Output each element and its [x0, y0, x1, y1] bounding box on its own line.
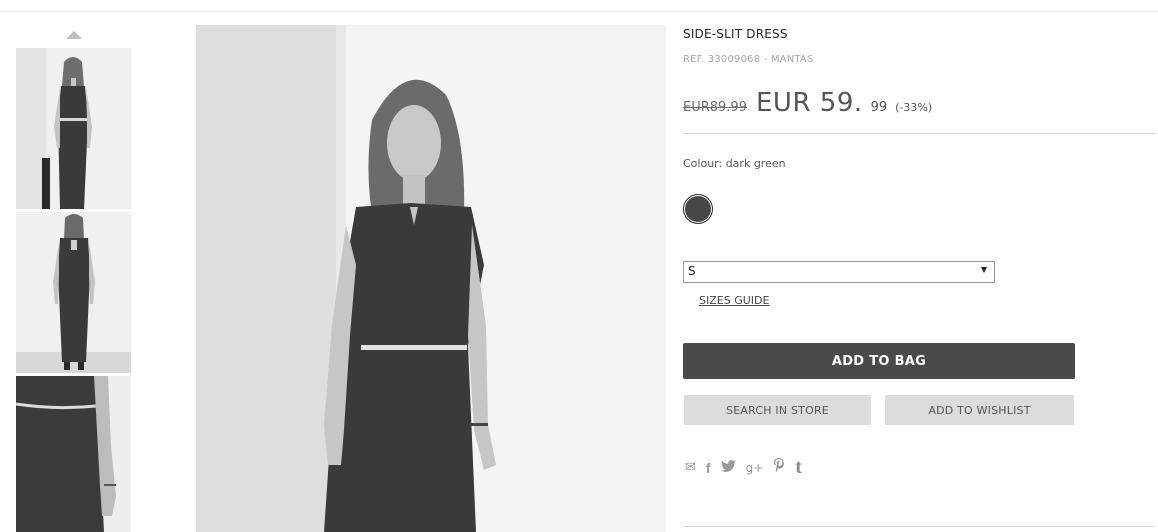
thumbnail-back-image	[16, 212, 131, 373]
product-reference: REF. 33009068 - MANTAS	[683, 54, 814, 65]
thumbnails-scroll-up-icon[interactable]	[66, 31, 82, 39]
add-to-wishlist-button[interactable]: ADD TO WISHLIST	[885, 395, 1074, 425]
thumbnail-back-view[interactable]	[16, 212, 131, 373]
main-product-image[interactable]	[196, 25, 666, 532]
tumblr-icon[interactable]: t	[795, 456, 802, 479]
facebook-icon[interactable]: f	[706, 460, 711, 476]
size-select[interactable]: S	[683, 261, 995, 283]
colour-label: Colour: dark green	[683, 157, 786, 170]
share-icons: ✉ f g+ t	[685, 456, 802, 479]
price-row: EUR89.99 EUR 59. 99 (-33%)	[683, 88, 932, 122]
discount-badge: (-33%)	[895, 101, 933, 114]
colour-swatch-dark-green[interactable]	[685, 196, 711, 222]
original-price: EUR89.99	[683, 100, 747, 115]
thumbnail-front-view[interactable]	[16, 48, 131, 209]
product-title: SIDE-SLIT DRESS	[683, 27, 788, 41]
divider	[683, 526, 1155, 527]
mail-icon[interactable]: ✉	[685, 460, 696, 475]
thumbnail-front-image	[16, 48, 131, 209]
divider	[683, 133, 1155, 134]
model-wearing-dress-photo	[196, 25, 666, 532]
google-plus-icon[interactable]: g+	[746, 461, 764, 475]
sale-price-cents: 99	[870, 100, 888, 115]
pinterest-icon[interactable]	[773, 458, 785, 477]
chevron-down-icon	[981, 267, 987, 273]
search-in-store-button[interactable]: SEARCH IN STORE	[684, 395, 871, 425]
twitter-icon[interactable]	[720, 459, 736, 476]
sizes-guide-link[interactable]: SIZES GUIDE	[699, 294, 769, 307]
sale-price: EUR 59.	[755, 88, 863, 118]
top-border	[0, 11, 1158, 12]
thumbnail-detail-view[interactable]	[16, 376, 131, 532]
size-selected-value: S	[688, 264, 696, 278]
thumbnail-detail-image	[16, 376, 131, 532]
add-to-bag-button[interactable]: ADD TO BAG	[683, 343, 1075, 379]
